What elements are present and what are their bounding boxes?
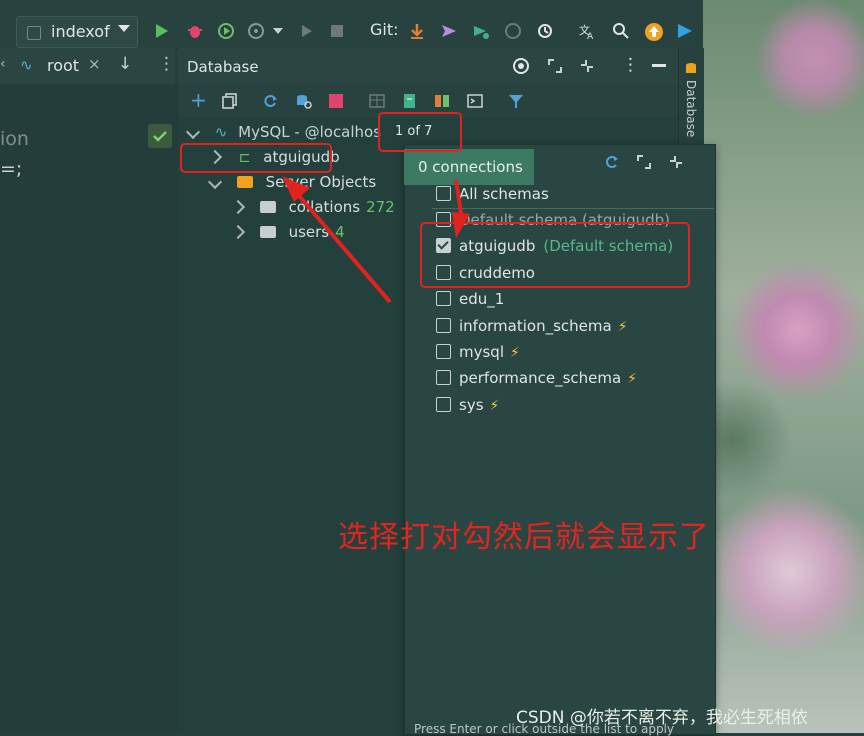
tree-node-connection[interactable]: ∿ MySQL - @localhos (185, 123, 382, 141)
coverage-icon[interactable] (217, 22, 235, 40)
divider (432, 208, 714, 209)
console-icon[interactable] (467, 93, 483, 109)
more-icon[interactable]: ⋮ (622, 55, 639, 75)
table-icon[interactable] (369, 93, 385, 109)
schema-search-icon[interactable] (296, 93, 312, 109)
config-icon (27, 26, 41, 40)
code-editor[interactable] (0, 84, 178, 733)
edit-source-icon[interactable] (402, 93, 418, 109)
annotation-arrows (282, 176, 470, 304)
chevron-right-icon[interactable] (230, 224, 246, 240)
refresh-icon[interactable] (603, 154, 619, 170)
copy-icon[interactable] (222, 93, 238, 109)
update-icon[interactable] (644, 22, 664, 42)
side-tab-database[interactable]: Database (684, 80, 698, 137)
chevron-down-icon (118, 25, 130, 32)
schema-option-sys[interactable]: sys ⚡ (436, 396, 499, 414)
close-icon[interactable]: × (88, 55, 101, 73)
checkbox[interactable] (436, 344, 451, 359)
checkbox[interactable] (436, 318, 451, 333)
ide-logo-icon[interactable] (676, 22, 694, 40)
translate-icon[interactable]: 文A (578, 22, 596, 40)
chevron-down-icon[interactable] (185, 124, 201, 140)
tab-root[interactable]: root (47, 56, 79, 75)
run-icon[interactable] (152, 22, 170, 40)
arrow-down-icon[interactable]: ↓ (118, 54, 132, 74)
mysql-icon: ∿ (20, 56, 33, 74)
git-label: Git: (370, 20, 399, 39)
filter-icon[interactable] (508, 93, 524, 109)
profile-icon[interactable] (247, 22, 265, 40)
chevron-right-icon[interactable] (230, 199, 246, 215)
add-icon[interactable]: + (190, 88, 207, 112)
code-line: =; (0, 158, 23, 180)
option-label: sys (459, 396, 484, 414)
lightning-icon: ⚡ (617, 319, 628, 335)
folder-icon (259, 226, 276, 238)
database-icon (686, 63, 696, 73)
check-icon (153, 131, 167, 142)
history-icon[interactable] (504, 22, 522, 40)
inspection-ok-badge[interactable] (148, 124, 172, 148)
schema-option-information-schema[interactable]: information_schema ⚡ (436, 317, 628, 335)
refresh-icon[interactable] (262, 93, 278, 109)
option-label: All schemas (459, 185, 549, 203)
git-pull-request-icon[interactable] (472, 22, 490, 40)
rollback-icon[interactable] (536, 22, 554, 40)
panel-title: Database (187, 58, 259, 76)
folder-icon (259, 201, 276, 213)
chevron-down-icon[interactable] (207, 174, 223, 190)
lightning-icon: ⚡ (489, 398, 500, 414)
minimize-icon[interactable] (652, 64, 666, 67)
svg-text:A: A (587, 32, 594, 40)
debug-icon[interactable] (186, 22, 204, 40)
folder-icon (236, 176, 253, 188)
watermark: CSDN @你若不离不弃，我必生死相依 (516, 708, 808, 728)
run-config-selector[interactable]: indexof (16, 16, 138, 48)
tab-overflow-icon[interactable]: ‹ (0, 56, 6, 72)
code-line: ion (0, 128, 29, 150)
main-toolbar: indexof Git: 文A (0, 0, 703, 49)
expand-icon[interactable] (636, 154, 652, 170)
lightning-icon: ⚡ (510, 345, 520, 361)
schema-option-performance-schema[interactable]: performance_schema ⚡ (436, 369, 637, 387)
expand-icon[interactable] (546, 57, 564, 75)
diagram-icon[interactable] (434, 93, 450, 109)
chevron-down-icon[interactable] (272, 26, 284, 36)
more-icon[interactable]: ⋮ (158, 54, 175, 74)
collapse-icon[interactable] (578, 57, 596, 75)
editor-tab-bar: ‹ ∿ root × ↓ ⋮ (0, 48, 175, 85)
background-image (700, 0, 864, 733)
git-push-icon[interactable] (440, 22, 458, 40)
search-icon[interactable] (612, 22, 630, 40)
stop-icon[interactable] (328, 93, 344, 109)
connection-label: MySQL - @localhos (238, 123, 382, 141)
lightning-icon: ⚡ (627, 371, 638, 387)
stop-icon[interactable] (328, 22, 346, 40)
target-icon[interactable] (512, 57, 530, 75)
run-config-label: indexof (51, 22, 110, 41)
option-label: information_schema (459, 317, 612, 335)
git-update-icon[interactable] (408, 22, 426, 40)
collapse-icon[interactable] (668, 154, 684, 170)
schema-option-mysql[interactable]: mysql ⚡ (436, 343, 520, 361)
mysql-icon: ∿ (214, 123, 228, 141)
option-label: performance_schema (459, 369, 622, 387)
annotation-box (378, 112, 462, 152)
build-icon[interactable] (298, 22, 316, 40)
checkbox[interactable] (436, 397, 451, 412)
option-label: mysql (459, 343, 504, 361)
checkbox[interactable] (436, 370, 451, 385)
annotation-text: 选择打对勾然后就会显示了 (338, 520, 710, 555)
